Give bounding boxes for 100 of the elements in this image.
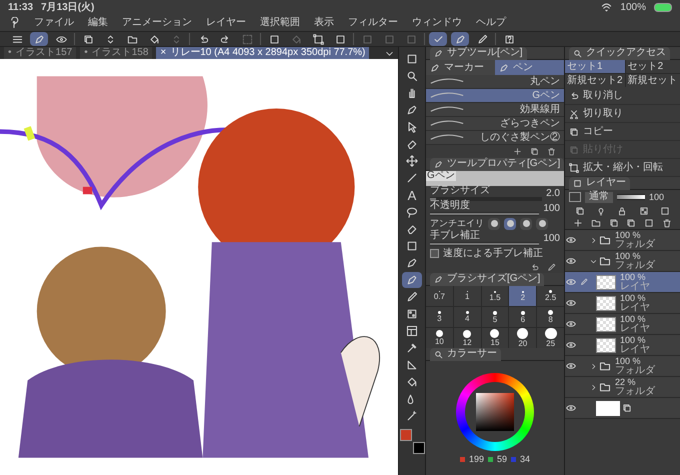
brush-item[interactable]: 丸ペン — [426, 75, 564, 89]
layer-name: フォルダ — [615, 240, 655, 250]
brush-item[interactable]: ざらつきペン — [426, 117, 564, 131]
brush-size-option[interactable]: 2 — [509, 286, 536, 306]
set-tab[interactable]: 新規セット2 — [565, 74, 625, 87]
layer-thumbnail — [596, 400, 620, 416]
brush-size-option[interactable]: 25 — [537, 328, 564, 348]
chevron-right-icon — [590, 384, 597, 390]
pen-nib-icon — [406, 104, 418, 116]
stroke-preview-icon — [430, 106, 464, 113]
brush-size-option[interactable]: 10 — [426, 328, 453, 348]
menu-item[interactable]: レイヤー — [206, 18, 246, 28]
menu-icon — [12, 34, 22, 44]
tool-button[interactable] — [402, 272, 422, 288]
brush-size-option[interactable]: 6 — [509, 307, 536, 327]
opacity-value: 100 — [649, 192, 664, 202]
brush-size-option[interactable]: 15 — [482, 328, 508, 348]
layer-row[interactable]: 100 % レイヤ — [565, 272, 680, 293]
document-tab[interactable]: • イラスト157 — [4, 47, 76, 59]
battery-percent: 100% — [620, 2, 646, 12]
brush-item[interactable]: Gペン — [426, 89, 564, 103]
eraser-icon — [406, 223, 418, 235]
toolbar-button[interactable] — [451, 32, 469, 46]
sub-tool-tab[interactable]: マーカー — [426, 60, 495, 75]
check-icon — [432, 34, 444, 44]
layer-opacity: 22 % — [615, 378, 637, 386]
layer-opacity: 100 % — [615, 356, 642, 366]
layer-row[interactable]: 22 % フォルダ — [565, 377, 680, 398]
folder-icon — [599, 381, 611, 393]
document-tab[interactable]: × リレー10 (A4 4093 x 2894px 350dpi 77.7%) — [156, 47, 370, 59]
set-tab[interactable]: 新規セット — [626, 74, 680, 87]
layer-row[interactable]: 100 % フォルダ — [565, 251, 680, 272]
saturation-square[interactable] — [476, 392, 514, 430]
menu-item[interactable]: 編集 — [88, 18, 108, 28]
set-tab[interactable]: セット1 — [565, 60, 625, 73]
antialias-option[interactable] — [520, 218, 532, 230]
toolbar-button[interactable] — [429, 32, 447, 46]
layer-row[interactable]: 100 % レイヤ — [565, 293, 680, 314]
stroke-preview-icon — [430, 92, 464, 99]
menu-item[interactable]: 選択範囲 — [260, 18, 300, 28]
brush-size-option[interactable]: 1 — [454, 286, 481, 306]
layer-opacity: 100 % — [620, 314, 647, 324]
tool-button[interactable]: A — [402, 187, 422, 203]
quick-access-item[interactable]: 取り消し — [565, 87, 680, 105]
quick-access-item[interactable]: 切り取り — [565, 105, 680, 123]
panel-tab[interactable]: ブラシサイズ[Gペン] — [430, 272, 544, 286]
menu-item[interactable]: ウィンドウ — [412, 18, 462, 28]
trash-icon — [547, 147, 556, 156]
property-label: 手ブレ補正 — [430, 231, 481, 241]
pen-icon — [580, 278, 588, 286]
antialias-option[interactable] — [536, 218, 548, 230]
checkbox[interactable] — [430, 249, 439, 258]
brush-size-option[interactable]: 4 — [454, 307, 481, 327]
stroke-preview-icon — [430, 120, 464, 127]
layer-row[interactable]: 100 % レイヤ — [565, 335, 680, 356]
quick-access-item[interactable]: コピー — [565, 123, 680, 141]
layer-row[interactable] — [565, 398, 680, 419]
move-arrows-icon — [406, 155, 418, 167]
property-value: 100 — [543, 204, 560, 214]
brush-size-option[interactable]: 8 — [537, 307, 564, 327]
menu-item[interactable]: アニメーション — [122, 18, 192, 28]
pen-nib-icon — [406, 257, 418, 269]
battery-icon — [654, 3, 672, 12]
scissors-icon — [569, 108, 579, 118]
menu-item[interactable]: ファイル — [34, 18, 74, 28]
pencil-icon — [406, 291, 418, 303]
panel-tab[interactable]: レイヤー — [569, 176, 630, 190]
layer-color-icon — [569, 192, 581, 202]
brush-size-option[interactable]: 0.7 — [426, 286, 453, 306]
brush-size-option[interactable]: 12 — [454, 328, 481, 348]
brush-size-option[interactable]: 1.5 — [482, 286, 508, 306]
menu-item[interactable]: フィルター — [348, 18, 398, 28]
set-tab[interactable]: セット2 — [626, 60, 680, 73]
toolbar-button[interactable] — [30, 32, 48, 46]
brush-size-option[interactable]: 5 — [482, 307, 508, 327]
layer-row[interactable]: 100 % レイヤ — [565, 314, 680, 335]
brush-item[interactable]: 効果線用 — [426, 103, 564, 117]
panel-tab[interactable]: クイックアクセス — [569, 46, 670, 60]
brush-size-option[interactable]: 20 — [509, 328, 536, 348]
sub-tool-tab[interactable]: ペン — [495, 60, 564, 75]
panel-tab[interactable]: ツールプロパティ[Gペン] — [430, 158, 564, 170]
layer-row[interactable]: 100 % フォルダ — [565, 230, 680, 251]
layer-name: フォルダ — [615, 386, 655, 396]
menu-item[interactable]: ヘルプ — [476, 18, 506, 28]
document-tab[interactable]: • イラスト158 — [80, 47, 152, 59]
panel-tab[interactable]: カラーサー — [430, 348, 501, 360]
main-color-swatch[interactable] — [400, 429, 412, 441]
brush-item[interactable]: しのぐさ製ペン② — [426, 131, 564, 145]
magnifier-icon — [406, 70, 418, 82]
antialias-option[interactable] — [488, 218, 500, 230]
blend-mode-dropdown[interactable]: 通常 — [585, 192, 613, 202]
antialias-option[interactable] — [504, 218, 516, 230]
brush-size-option[interactable]: 3 — [426, 307, 453, 327]
menu-item[interactable]: 表示 — [314, 18, 334, 28]
panel-tab[interactable]: サブツール[ペン] — [430, 46, 527, 60]
copy-icon — [530, 147, 539, 156]
layer-row[interactable]: 100 % フォルダ — [565, 356, 680, 377]
sub-color-swatch[interactable] — [412, 442, 424, 454]
square-icon — [362, 34, 372, 44]
brush-size-option[interactable]: 2.5 — [537, 286, 564, 306]
